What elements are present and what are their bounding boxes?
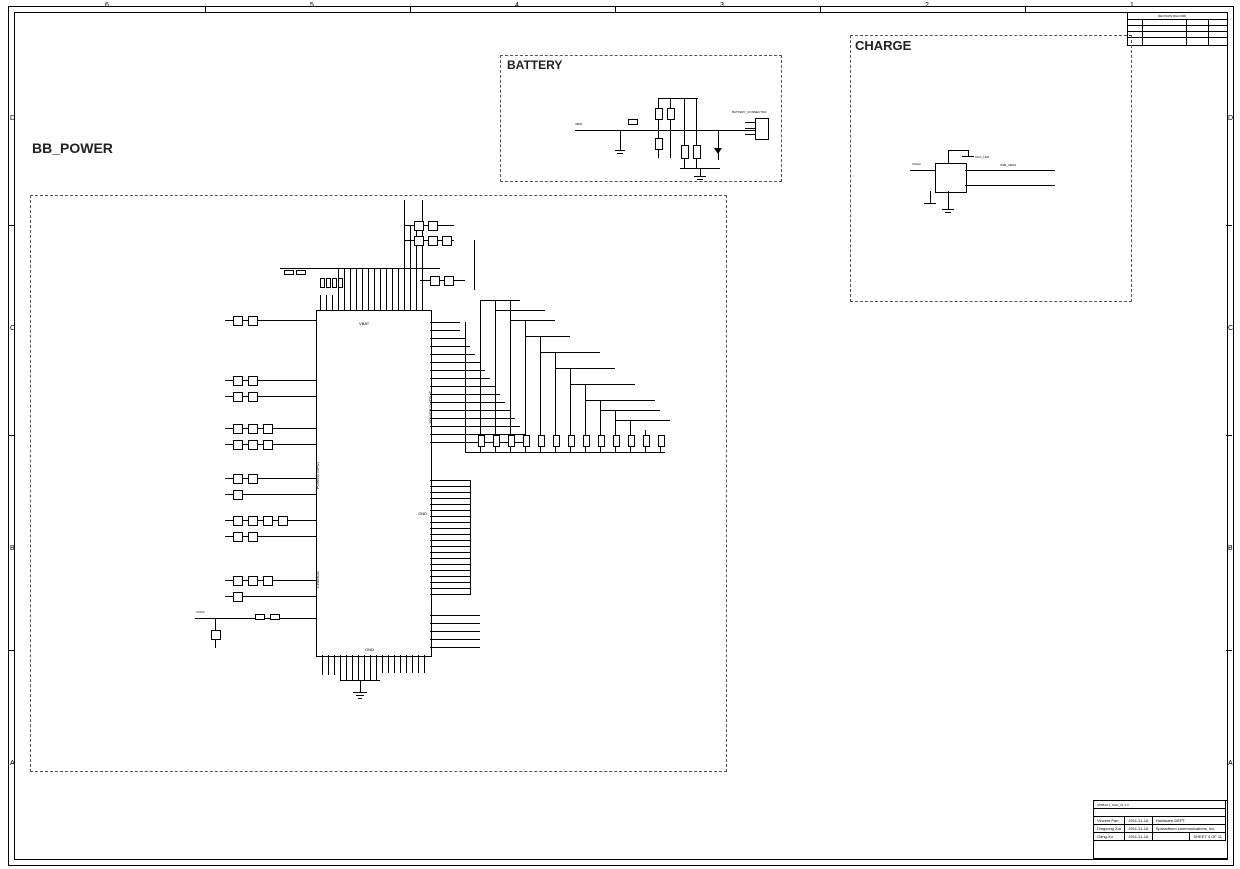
date3: 2011-11-16 <box>1128 834 1148 839</box>
row-right-C: C <box>1228 325 1233 332</box>
checker-name: Dingsong.Xia <box>1097 826 1121 831</box>
designer-name: Vincent.Pan <box>1097 818 1119 823</box>
row-right-D: D <box>1228 115 1233 122</box>
col-top-2: 2 <box>925 2 929 9</box>
chip-gnd-right: GND <box>418 511 427 516</box>
department: Hardware-DEPT. <box>1156 818 1186 823</box>
row-left-C: C <box>10 325 15 332</box>
approver-name: Gang.Xu <box>1097 834 1113 839</box>
usb-vbus-label: USB_VBUS <box>1000 163 1016 167</box>
chip-power-input: POWER INPUT <box>315 461 320 489</box>
col-top-3: 3 <box>720 2 724 9</box>
revision-block: REVISION RECORD <box>1127 12 1228 46</box>
col-top-5: 5 <box>310 2 314 9</box>
row-left-A: A <box>10 760 15 767</box>
chg-led-label: CHG_LED <box>975 155 989 159</box>
batt-conn-label: BATTERY_CONNECTOR <box>732 110 767 114</box>
section-title-battery: BATTERY <box>507 58 562 72</box>
chip-vbat-label: VBAT <box>359 321 369 326</box>
col-top-6: 6 <box>105 2 109 9</box>
charge-box <box>850 35 1132 302</box>
vchg-charge-label: VCHG <box>912 162 921 166</box>
sheet-of: SHEET 4 OF 11 <box>1193 834 1222 839</box>
rev-header: REVISION RECORD <box>1158 14 1186 18</box>
vchg-label: VCHG <box>196 610 205 614</box>
title-block-table: SP8810-1_SCH_V1.1.0 Vincent.Pan 2011-11-… <box>1093 800 1226 841</box>
company: Spreadtrum communications, Inc. <box>1156 826 1216 831</box>
filename: SP8810-1_SCH_V1.1.0 <box>1097 803 1129 807</box>
battery-box <box>500 55 782 182</box>
row-left-D: D <box>10 115 15 122</box>
date2: 2011-11-16 <box>1128 826 1148 831</box>
schematic-sheet: 6 5 4 3 2 1 D C B A D C B A REVISI <box>0 0 1240 869</box>
date1: 2011-11-16 <box>1128 818 1148 823</box>
row-right-A: A <box>1228 760 1233 767</box>
main-ic-body: VBAT GND POWER INPUT CHARGE POWER OUTPUT… <box>316 310 432 657</box>
col-top-1: 1 <box>1130 2 1134 9</box>
chip-gnd-label: GND <box>365 647 374 652</box>
vbat-net-label: VBAT <box>575 122 583 126</box>
col-top-4: 4 <box>515 2 519 9</box>
row-right-B: B <box>1228 545 1233 552</box>
section-title-charge: CHARGE <box>855 38 911 53</box>
section-title-bb-power: BB_POWER <box>32 140 113 156</box>
row-left-B: B <box>10 545 15 552</box>
